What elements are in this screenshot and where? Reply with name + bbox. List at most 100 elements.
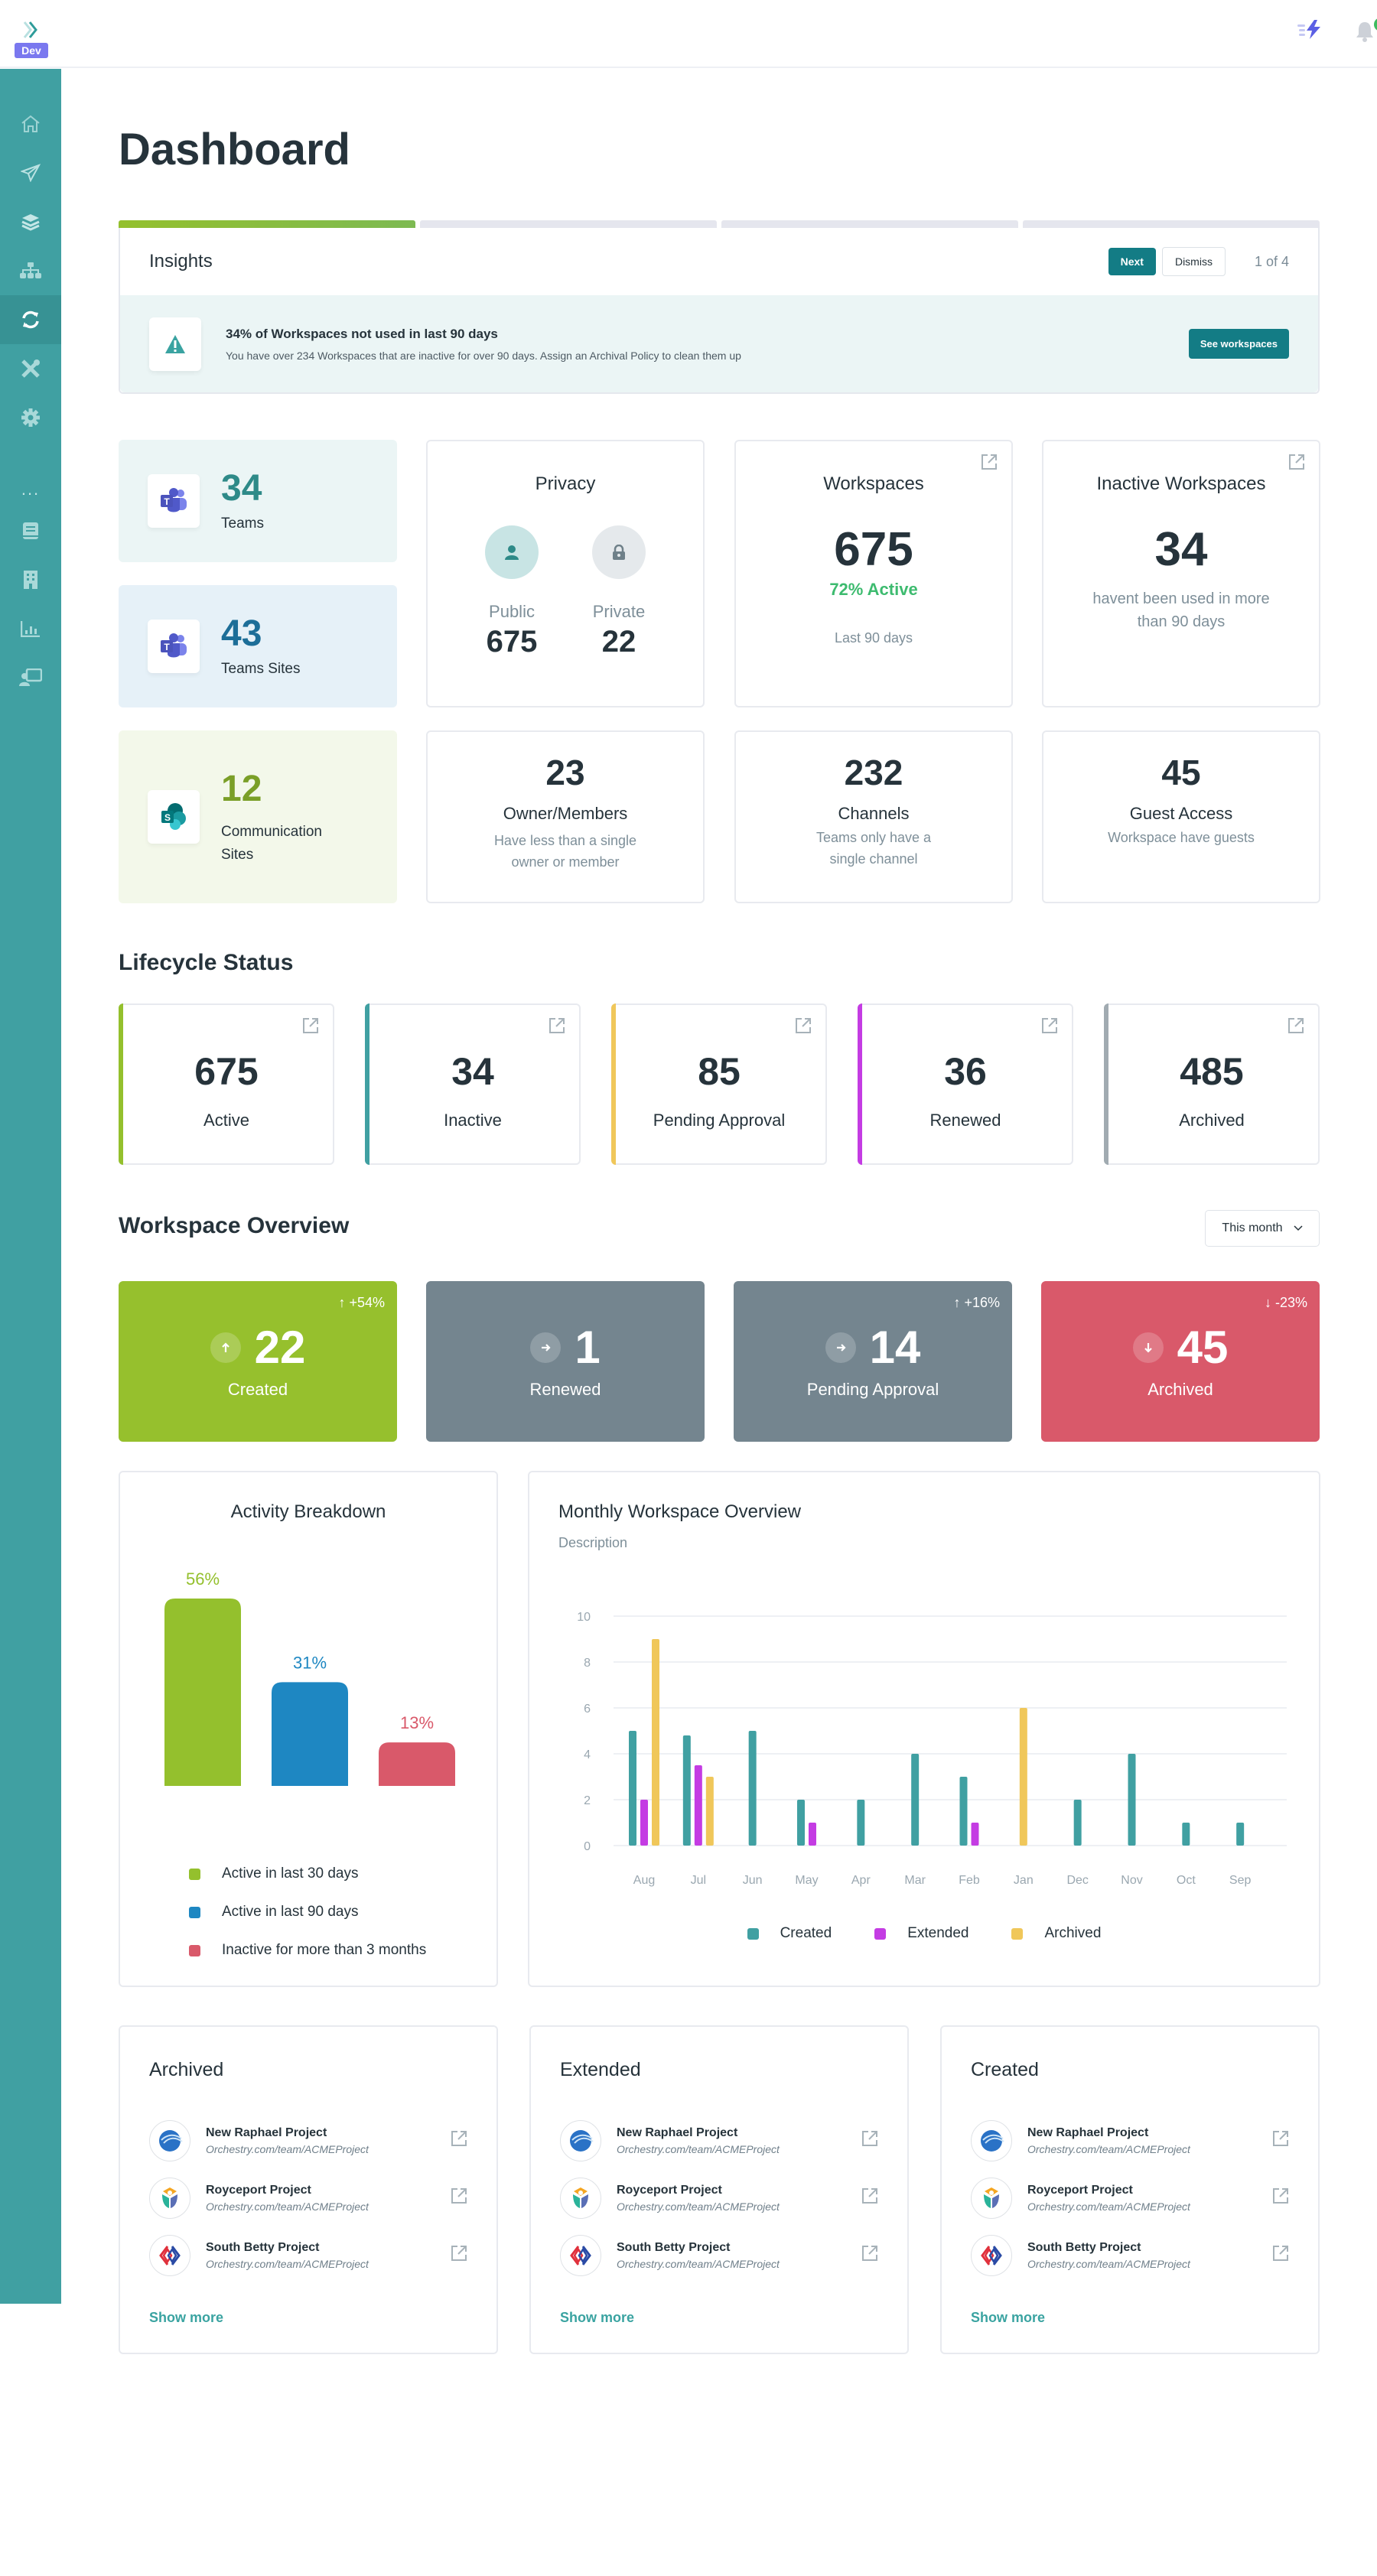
bar-extended-jul[interactable] (694, 1765, 702, 1846)
show-more-link[interactable]: Show more (560, 2310, 634, 2326)
bar-archived-jul[interactable] (705, 1777, 714, 1846)
list-item[interactable]: New Raphael Project Orchestry.com/team/AC… (971, 2112, 1289, 2169)
bar-created-nov[interactable] (1128, 1754, 1136, 1846)
lifecycle-card-inactive[interactable]: 34 Inactive (365, 1003, 581, 1165)
bar-archived-jan[interactable] (1019, 1708, 1027, 1846)
notifications-button[interactable]: 4 (1354, 17, 1377, 43)
bar-created-jun[interactable] (748, 1731, 757, 1846)
legend-item-archived[interactable]: Archived (1011, 1914, 1101, 1953)
teams-sites-tile[interactable]: T 43 Teams Sites (119, 585, 397, 707)
external-link-icon[interactable] (1288, 454, 1305, 474)
activity-bar-1[interactable] (164, 1599, 241, 1786)
list-item[interactable]: South Betty Project Orchestry.com/team/AC… (971, 2226, 1289, 2284)
legend-item-extended[interactable]: Extended (874, 1914, 968, 1953)
lifecycle-card-active[interactable]: 675 Active (119, 1003, 334, 1165)
quick-actions-bolt-icon[interactable] (1297, 18, 1323, 44)
channels-card[interactable]: 232 Channels Teams only have a single ch… (734, 730, 1013, 903)
project-url[interactable]: Orchestry.com/team/ACMEProject (1027, 2200, 1272, 2213)
dismiss-button[interactable]: Dismiss (1161, 247, 1226, 276)
sidebar-item-send[interactable] (0, 148, 61, 197)
show-more-link[interactable]: Show more (971, 2310, 1045, 2326)
bar-created-oct[interactable] (1182, 1823, 1190, 1846)
bar-extended-feb[interactable] (971, 1823, 979, 1846)
sidebar-item-reports[interactable] (0, 604, 61, 653)
external-link-icon[interactable] (302, 1017, 319, 1038)
list-item[interactable]: New Raphael Project Orchestry.com/team/AC… (560, 2112, 878, 2169)
project-url[interactable]: Orchestry.com/team/ACMEProject (206, 2200, 451, 2213)
external-link-icon[interactable] (1041, 1017, 1058, 1038)
external-link-icon[interactable] (1272, 2245, 1289, 2265)
sidebar-item-tools[interactable] (0, 344, 61, 393)
sidebar-item-layers[interactable] (0, 197, 61, 246)
next-button[interactable]: Next (1108, 248, 1156, 275)
bar-created-mar[interactable] (911, 1754, 920, 1846)
period-dropdown[interactable]: This month (1205, 1210, 1320, 1247)
list-item[interactable]: Royceport Project Orchestry.com/team/ACME… (560, 2169, 878, 2226)
external-link-icon[interactable] (1272, 2187, 1289, 2208)
see-workspaces-button[interactable]: See workspaces (1188, 329, 1289, 359)
overview-card-archived[interactable]: ↓ -23% 45 Archived (1041, 1281, 1320, 1442)
external-link-icon[interactable] (795, 1017, 812, 1038)
inactive-count: 34 (1154, 523, 1208, 576)
overview-card-pending-approval[interactable]: ↑ +16% 14 Pending Approval (734, 1281, 1012, 1442)
lifecycle-card-archived[interactable]: 485 Archived (1104, 1003, 1320, 1165)
bar-created-apr[interactable] (857, 1800, 865, 1846)
workspaces-card[interactable]: Workspaces 675 72% Active Last 90 days (734, 440, 1013, 707)
list-item[interactable]: South Betty Project Orchestry.com/team/AC… (560, 2226, 878, 2284)
external-link-icon[interactable] (861, 2245, 878, 2265)
sidebar-item-training[interactable] (0, 653, 61, 702)
list-item[interactable]: Royceport Project Orchestry.com/team/ACME… (971, 2169, 1289, 2226)
external-link-icon[interactable] (451, 2187, 467, 2208)
communication-sites-tile[interactable]: S 12 Communication Sites (119, 730, 397, 903)
bar-archived-aug[interactable] (652, 1639, 659, 1846)
external-link-icon[interactable] (861, 2187, 878, 2208)
external-link-icon[interactable] (981, 454, 998, 474)
owner-members-card[interactable]: 23 Owner/Members Have less than a single… (426, 730, 705, 903)
app-logo[interactable]: Dev (12, 20, 50, 58)
list-item[interactable]: South Betty Project Orchestry.com/team/AC… (149, 2226, 467, 2284)
sidebar-item-lifecycle[interactable] (0, 295, 61, 344)
guest-access-card[interactable]: 45 Guest Access Workspace have guests (1042, 730, 1320, 903)
teams-tile[interactable]: T 34 Teams (119, 440, 397, 562)
external-link-icon[interactable] (451, 2245, 467, 2265)
project-url[interactable]: Orchestry.com/team/ACMEProject (617, 2143, 861, 2155)
show-more-link[interactable]: Show more (149, 2310, 223, 2326)
project-url[interactable]: Orchestry.com/team/ACMEProject (617, 2200, 861, 2213)
lifecycle-label: Active (203, 1111, 249, 1130)
activity-bar-3[interactable] (379, 1742, 455, 1786)
external-link-icon[interactable] (549, 1017, 565, 1038)
overview-card-created[interactable]: ↑ +54% 22 Created (119, 1281, 397, 1442)
sidebar-item-organization[interactable] (0, 555, 61, 604)
bar-created-may[interactable] (797, 1800, 805, 1846)
sidebar-item-settings[interactable] (0, 393, 61, 442)
bar-created-sep[interactable] (1236, 1823, 1245, 1846)
inactive-workspaces-card[interactable]: Inactive Workspaces 34 havent been used … (1042, 440, 1320, 707)
activity-bar-2[interactable] (272, 1682, 348, 1786)
sidebar-item-home[interactable] (0, 99, 61, 148)
project-url[interactable]: Orchestry.com/team/ACMEProject (206, 2258, 451, 2270)
external-link-icon[interactable] (1287, 1017, 1304, 1038)
overview-card-renewed[interactable]: 1 Renewed (426, 1281, 705, 1442)
external-link-icon[interactable] (451, 2130, 467, 2151)
list-item[interactable]: New Raphael Project Orchestry.com/team/AC… (149, 2112, 467, 2169)
send-icon (21, 164, 41, 182)
bar-extended-aug[interactable] (640, 1800, 648, 1846)
project-url[interactable]: Orchestry.com/team/ACMEProject (1027, 2143, 1272, 2155)
lifecycle-card-renewed[interactable]: 36 Renewed (858, 1003, 1073, 1165)
sidebar-item-docs[interactable] (0, 506, 61, 555)
project-url[interactable]: Orchestry.com/team/ACMEProject (1027, 2258, 1272, 2270)
bar-created-jul[interactable] (682, 1735, 691, 1846)
bar-created-dec[interactable] (1073, 1800, 1082, 1846)
project-url[interactable]: Orchestry.com/team/ACMEProject (617, 2258, 861, 2270)
external-link-icon[interactable] (1272, 2130, 1289, 2151)
legend-item-created[interactable]: Created (747, 1914, 832, 1953)
sidebar-more-icon[interactable]: ... (0, 473, 61, 506)
sidebar-item-hierarchy[interactable] (0, 246, 61, 295)
project-url[interactable]: Orchestry.com/team/ACMEProject (206, 2143, 451, 2155)
list-item[interactable]: Royceport Project Orchestry.com/team/ACME… (149, 2169, 467, 2226)
bar-created-feb[interactable] (959, 1777, 968, 1846)
external-link-icon[interactable] (861, 2130, 878, 2151)
bar-created-aug[interactable] (629, 1731, 636, 1846)
lifecycle-card-pending-approval[interactable]: 85 Pending Approval (611, 1003, 827, 1165)
bar-extended-may[interactable] (809, 1823, 816, 1846)
